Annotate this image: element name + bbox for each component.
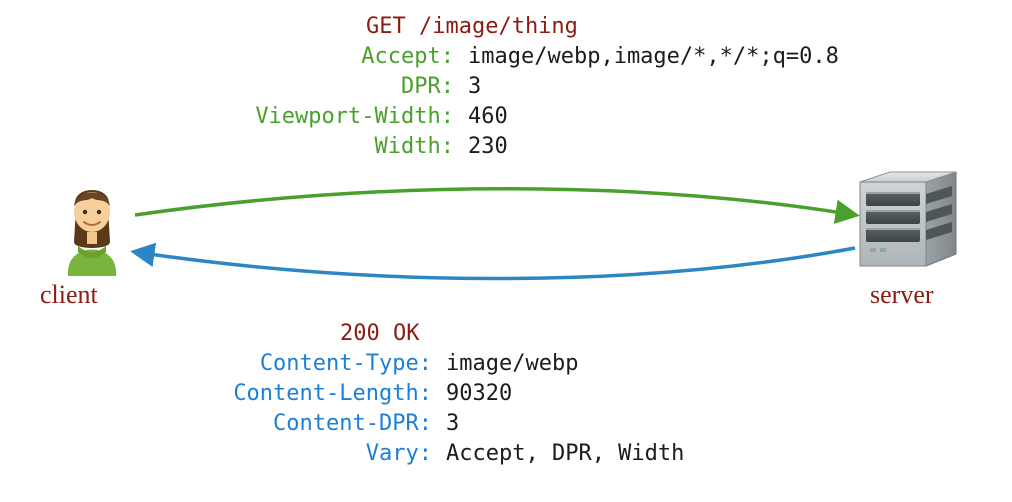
req-header-name-viewport: Viewport-Width: (0, 104, 454, 129)
request-line: GET /image/thing (366, 14, 578, 39)
request-arrow (135, 189, 855, 215)
res-header-name-vary: Vary: (0, 440, 432, 468)
res-header-value-vary: Accept, DPR, Width (446, 440, 684, 468)
diagram-stage: GET /image/thing Accept: image/webp,imag… (0, 0, 1012, 502)
res-header-name-ctype: Content-Type: (0, 350, 432, 378)
http-request-block: GET /image/thing Accept: image/webp,imag… (0, 14, 1012, 184)
req-header-name-accept: Accept: (0, 44, 454, 69)
res-header-value-ctype: image/webp (446, 350, 578, 378)
req-header-value-width: 230 (468, 134, 508, 159)
response-arrow (135, 248, 855, 279)
req-header-value-accept: image/webp,image/*,*/*;q=0.8 (468, 44, 839, 69)
res-header-value-clen: 90320 (446, 380, 512, 408)
res-header-value-cdpr: 3 (446, 410, 459, 438)
req-header-value-dpr: 3 (468, 74, 481, 99)
response-status: 200 OK (340, 320, 419, 348)
res-header-name-clen: Content-Length: (0, 380, 432, 408)
req-header-name-dpr: DPR: (0, 74, 454, 99)
req-header-value-viewport: 460 (468, 104, 508, 129)
server-label: server (870, 280, 934, 310)
client-label: client (40, 280, 98, 310)
res-header-name-cdpr: Content-DPR: (0, 410, 432, 438)
req-header-name-width: Width: (0, 134, 454, 159)
client-icon (68, 190, 116, 276)
server-icon (860, 172, 956, 266)
